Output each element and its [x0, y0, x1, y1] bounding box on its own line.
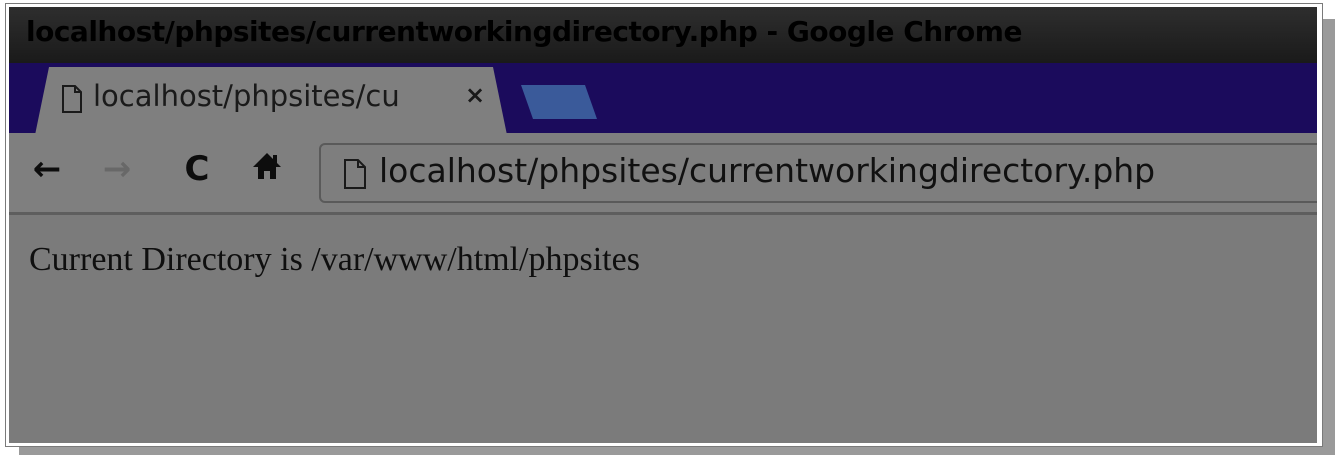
new-tab-button[interactable] [521, 85, 597, 119]
tab-title: localhost/phpsites/cu [93, 79, 400, 113]
page-content: Current Directory is /var/www/html/phpsi… [9, 215, 1317, 443]
title-bar[interactable]: localhost/phpsites/currentworkingdirecto… [9, 7, 1317, 63]
home-icon[interactable] [245, 149, 289, 193]
toolbar: ← → C localhost/phpsites/currentworkingd… [9, 133, 1317, 215]
browser-window: localhost/phpsites/currentworkingdirecto… [9, 7, 1317, 443]
page-icon [343, 159, 367, 193]
address-bar[interactable]: localhost/phpsites/currentworkingdirecto… [319, 143, 1317, 203]
window-title: localhost/phpsites/currentworkingdirecto… [26, 15, 1022, 48]
directory-text: Current Directory is /var/www/html/phpsi… [29, 241, 640, 278]
tab-close-icon[interactable]: × [465, 81, 485, 109]
forward-arrow-icon[interactable]: → [95, 147, 139, 191]
tab-strip: localhost/phpsites/cu × [9, 63, 1317, 135]
page-icon [61, 85, 83, 117]
back-arrow-icon[interactable]: ← [25, 147, 69, 191]
url-text[interactable]: localhost/phpsites/currentworkingdirecto… [379, 151, 1155, 190]
reload-icon[interactable]: C [175, 147, 219, 191]
